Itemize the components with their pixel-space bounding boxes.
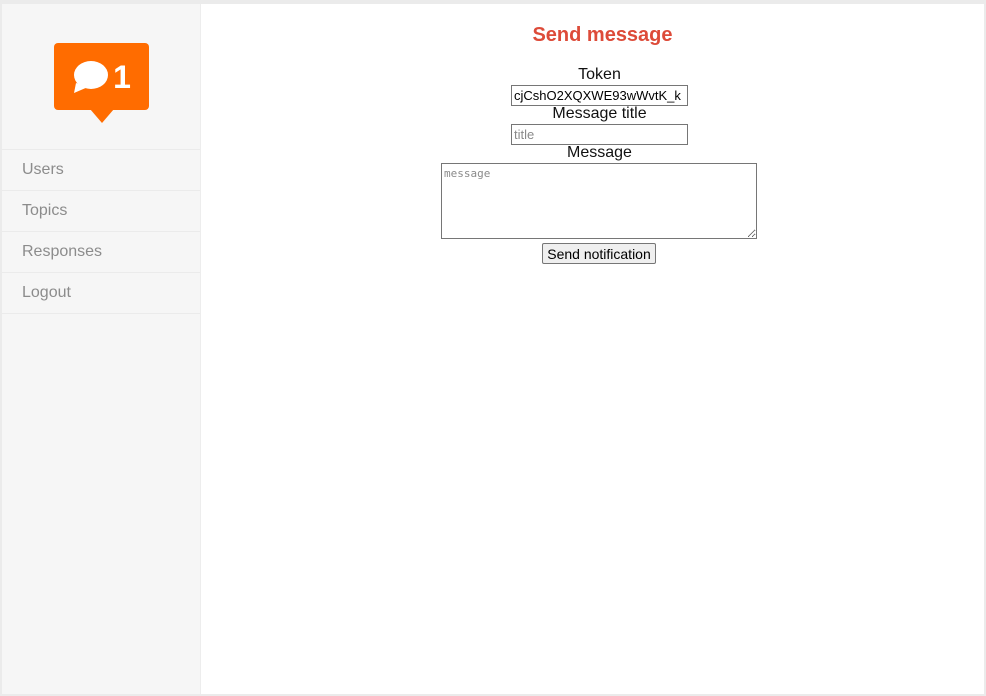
app-logo: 1 <box>54 43 149 125</box>
sidebar-item-label: Topics <box>22 202 68 219</box>
sidebar-item-users[interactable]: Users <box>2 150 200 191</box>
sidebar-item-logout[interactable]: Logout <box>2 273 200 314</box>
message-label: Message <box>567 144 632 161</box>
message-title-label: Message title <box>552 105 647 122</box>
sidebar-item-label: Logout <box>22 284 71 301</box>
main-content: Send message Token Message title Message… <box>201 4 984 694</box>
app-frame: 1 Users Topics Responses Logout Send mes… <box>2 4 984 694</box>
send-notification-button[interactable]: Send notification <box>542 243 656 264</box>
message-textarea[interactable] <box>441 163 757 239</box>
sidebar-item-topics[interactable]: Topics <box>2 191 200 232</box>
token-label: Token <box>578 66 621 83</box>
token-input[interactable] <box>511 85 688 106</box>
page-title: Send message <box>532 24 673 46</box>
message-title-input[interactable] <box>511 124 688 145</box>
sidebar-item-label: Responses <box>22 243 103 260</box>
sidebar-nav: Users Topics Responses Logout <box>2 149 200 314</box>
chat-bubble-icon: 1 <box>54 43 149 123</box>
sidebar-item-responses[interactable]: Responses <box>2 232 200 273</box>
sidebar-item-label: Users <box>22 161 64 178</box>
sidebar: 1 Users Topics Responses Logout <box>2 4 201 694</box>
notification-count: 1 <box>113 59 131 95</box>
